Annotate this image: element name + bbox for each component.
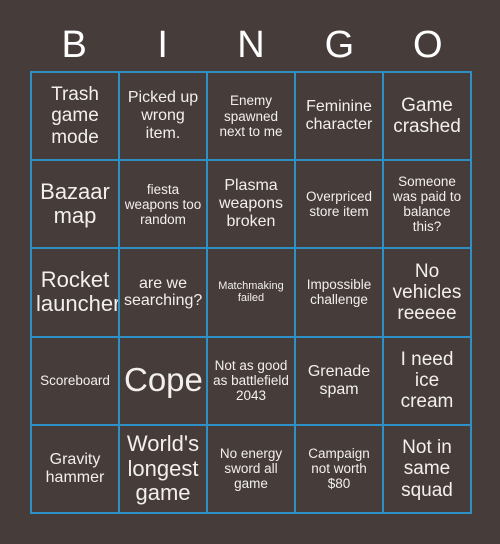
header-letter-n: N [237, 24, 265, 66]
bingo-cell-text: Scoreboard [40, 373, 110, 389]
bingo-cell[interactable]: Feminine character [296, 73, 384, 162]
bingo-cell[interactable]: fiesta weapons too random [120, 161, 208, 250]
bingo-cell-text: No energy sword all game [219, 446, 283, 492]
bingo-cell-text: Matchmaking failed [218, 280, 284, 305]
bingo-cell[interactable]: Game crashed [384, 73, 472, 162]
bingo-cell[interactable]: Picked up wrong item. [120, 73, 208, 162]
bingo-cell-text: Overpriced store item [305, 189, 373, 220]
bingo-cell-text: Game crashed [393, 94, 461, 138]
bingo-cell[interactable]: Grenade spam [296, 337, 384, 426]
bingo-cell-text: Enemy spawned next to me [219, 93, 283, 139]
bingo-cell-text: Not as good as battlefield 2043 [213, 358, 289, 404]
bingo-cell[interactable]: Plasma weapons broken [208, 161, 296, 250]
bingo-cell[interactable]: are we searching? [120, 249, 208, 338]
bingo-cell[interactable]: No vehicles reeeee [384, 249, 472, 338]
bingo-cell-text: Grenade spam [307, 362, 371, 398]
bingo-cell-text: Gravity hammer [45, 450, 105, 486]
bingo-cell[interactable]: Rocket launcher [32, 249, 120, 338]
bingo-cell-text: World's longest game [126, 430, 200, 506]
bingo-cell-text: Impossible challenge [306, 277, 372, 308]
bingo-header: B I N G O [30, 18, 472, 72]
bingo-cell[interactable]: Enemy spawned next to me [208, 73, 296, 162]
bingo-cell[interactable]: Someone was paid to balance this? [384, 161, 472, 250]
bingo-card: B I N G O Trash game mode Picked up wron… [0, 0, 500, 544]
bingo-cell-text: Feminine character [305, 98, 373, 134]
bingo-cell-text: Rocket launcher [36, 266, 120, 317]
bingo-cell[interactable]: Scoreboard [32, 337, 120, 426]
bingo-cell-text: fiesta weapons too random [124, 181, 202, 227]
bingo-cell[interactable]: Matchmaking failed [208, 249, 296, 338]
header-letter-g: G [324, 24, 355, 66]
header-letter-b: B [61, 24, 87, 66]
bingo-cell-text: I need ice cream [400, 348, 454, 413]
bingo-cell-text: Not in same squad [401, 436, 453, 501]
bingo-grid: Trash game mode Picked up wrong item. En… [30, 71, 472, 514]
bingo-cell-text: Picked up wrong item. [127, 89, 199, 143]
bingo-cell[interactable]: Impossible challenge [296, 249, 384, 338]
bingo-cell[interactable]: Not as good as battlefield 2043 [208, 337, 296, 426]
bingo-cell[interactable]: Not in same squad [384, 425, 472, 514]
bingo-cell-text: Someone was paid to balance this? [392, 174, 462, 235]
bingo-cell-text: Trash game mode [51, 84, 99, 148]
bingo-cell-text: No vehicles reeeee [392, 260, 462, 325]
bingo-cell-text: Campaign not worth $80 [308, 446, 370, 492]
bingo-cell-text: are we searching? [124, 274, 203, 310]
bingo-cell[interactable]: World's longest game [120, 425, 208, 514]
bingo-cell[interactable]: No energy sword all game [208, 425, 296, 514]
bingo-cell[interactable]: I need ice cream [384, 337, 472, 426]
header-letter-i: I [157, 24, 168, 66]
bingo-cell-text: Cope [124, 361, 203, 399]
bingo-cell[interactable]: Trash game mode [32, 73, 120, 162]
bingo-cell[interactable]: Cope [120, 337, 208, 426]
bingo-cell[interactable]: Overpriced store item [296, 161, 384, 250]
bingo-cell[interactable]: Gravity hammer [32, 425, 120, 514]
bingo-cell-text: Plasma weapons broken [218, 177, 284, 231]
bingo-cell[interactable]: Campaign not worth $80 [296, 425, 384, 514]
bingo-cell[interactable]: Bazaar map [32, 161, 120, 250]
header-letter-o: O [413, 24, 443, 66]
bingo-cell-text: Bazaar map [40, 178, 110, 229]
